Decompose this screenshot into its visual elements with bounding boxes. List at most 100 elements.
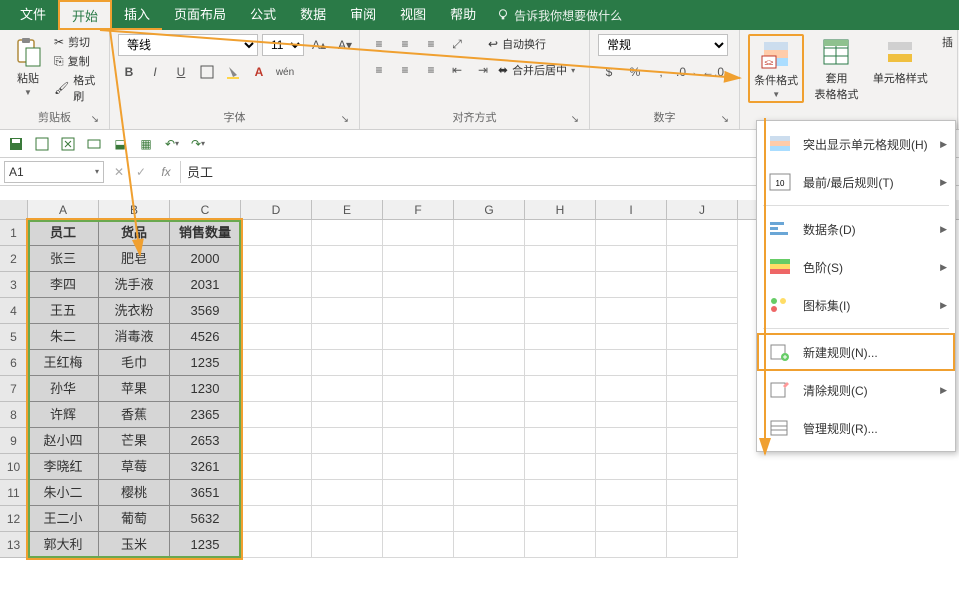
cell[interactable] xyxy=(667,324,738,350)
cell[interactable] xyxy=(454,454,525,480)
cell[interactable] xyxy=(596,454,667,480)
cell[interactable] xyxy=(667,298,738,324)
cell[interactable]: 货品 xyxy=(99,220,170,246)
wrap-text-button[interactable]: ↩自动换行 xyxy=(488,36,546,52)
font-name-select[interactable]: 等线 xyxy=(118,34,258,56)
copy-button[interactable]: ⎘复制 xyxy=(54,53,101,69)
cell[interactable] xyxy=(383,454,454,480)
orientation-button[interactable]: ⤢ xyxy=(446,34,468,54)
tab-review[interactable]: 审阅 xyxy=(338,0,388,30)
cell[interactable] xyxy=(596,480,667,506)
cell[interactable]: 3651 xyxy=(170,480,241,506)
menu-data-bars[interactable]: 数据条(D) xyxy=(757,210,955,248)
cell[interactable] xyxy=(525,532,596,558)
fill-color-button[interactable] xyxy=(222,62,244,82)
cell[interactable] xyxy=(525,350,596,376)
row-header[interactable]: 11 xyxy=(0,480,28,506)
number-format-select[interactable]: 常规 xyxy=(598,34,728,56)
cell[interactable] xyxy=(312,272,383,298)
column-header-D[interactable]: D xyxy=(241,200,312,219)
tab-page-layout[interactable]: 页面布局 xyxy=(162,0,238,30)
cell-styles-button[interactable]: 单元格样式 xyxy=(869,34,932,88)
dialog-launcher-icon[interactable]: ↘ xyxy=(721,114,729,125)
cell[interactable] xyxy=(667,480,738,506)
cell[interactable] xyxy=(667,454,738,480)
cell[interactable] xyxy=(525,480,596,506)
cell[interactable] xyxy=(525,220,596,246)
bold-button[interactable]: B xyxy=(118,62,140,82)
cell[interactable]: 洗衣粉 xyxy=(99,298,170,324)
cell[interactable]: 2653 xyxy=(170,428,241,454)
cell[interactable] xyxy=(525,454,596,480)
cell[interactable] xyxy=(454,350,525,376)
cell[interactable]: 员工 xyxy=(28,220,99,246)
align-top-button[interactable]: ≡ xyxy=(368,34,390,54)
cell[interactable]: 1235 xyxy=(170,350,241,376)
increase-decimal-button[interactable]: .0→ xyxy=(676,62,698,82)
decrease-indent-button[interactable]: ⇤ xyxy=(446,60,468,80)
cell[interactable] xyxy=(667,428,738,454)
cell[interactable] xyxy=(596,324,667,350)
underline-button[interactable]: U xyxy=(170,62,192,82)
cell[interactable] xyxy=(312,402,383,428)
cell[interactable]: 王五 xyxy=(28,298,99,324)
select-all-triangle[interactable] xyxy=(0,200,28,219)
cell[interactable] xyxy=(312,428,383,454)
cell[interactable] xyxy=(312,246,383,272)
cell[interactable]: 洗手液 xyxy=(99,272,170,298)
cell[interactable] xyxy=(596,220,667,246)
cell[interactable] xyxy=(596,506,667,532)
cell[interactable] xyxy=(241,480,312,506)
cell[interactable] xyxy=(525,428,596,454)
row-header[interactable]: 2 xyxy=(0,246,28,272)
row-header[interactable]: 8 xyxy=(0,402,28,428)
row-header[interactable]: 6 xyxy=(0,350,28,376)
row-header[interactable]: 9 xyxy=(0,428,28,454)
cell[interactable] xyxy=(525,298,596,324)
cell[interactable] xyxy=(241,532,312,558)
cell[interactable] xyxy=(383,220,454,246)
conditional-formatting-button[interactable]: ≤≥ 条件格式 ▼ xyxy=(748,34,804,103)
column-header-E[interactable]: E xyxy=(312,200,383,219)
row-header[interactable]: 4 xyxy=(0,298,28,324)
cell[interactable] xyxy=(667,350,738,376)
accounting-format-button[interactable]: $ xyxy=(598,62,620,82)
cell[interactable]: 孙华 xyxy=(28,376,99,402)
cell[interactable] xyxy=(525,272,596,298)
cell[interactable]: 樱桃 xyxy=(99,480,170,506)
row-header[interactable]: 5 xyxy=(0,324,28,350)
cell[interactable]: 芒果 xyxy=(99,428,170,454)
cell[interactable] xyxy=(383,246,454,272)
cell[interactable] xyxy=(596,350,667,376)
cell[interactable]: 李四 xyxy=(28,272,99,298)
cell[interactable] xyxy=(596,532,667,558)
decrease-decimal-button[interactable]: ←.0 xyxy=(702,62,724,82)
cell[interactable] xyxy=(454,298,525,324)
column-header-A[interactable]: A xyxy=(28,200,99,219)
cell[interactable]: 2000 xyxy=(170,246,241,272)
font-size-select[interactable]: 11 xyxy=(262,34,304,56)
save-button[interactable] xyxy=(6,134,26,154)
cell[interactable] xyxy=(454,532,525,558)
cell[interactable]: 草莓 xyxy=(99,454,170,480)
cell[interactable]: 5632 xyxy=(170,506,241,532)
cell[interactable]: 葡萄 xyxy=(99,506,170,532)
tab-insert[interactable]: 插入 xyxy=(112,0,162,30)
cancel-formula-button[interactable]: ✕ xyxy=(108,165,130,179)
cell[interactable] xyxy=(312,350,383,376)
menu-icon-sets[interactable]: 图标集(I) xyxy=(757,286,955,324)
cell[interactable]: 毛巾 xyxy=(99,350,170,376)
tab-view[interactable]: 视图 xyxy=(388,0,438,30)
cell[interactable] xyxy=(454,246,525,272)
cell[interactable]: 香蕉 xyxy=(99,402,170,428)
cell[interactable]: 销售数量 xyxy=(170,220,241,246)
cell[interactable] xyxy=(667,272,738,298)
tab-help[interactable]: 帮助 xyxy=(438,0,488,30)
cell[interactable] xyxy=(525,376,596,402)
cell[interactable] xyxy=(241,402,312,428)
cell[interactable] xyxy=(312,298,383,324)
menu-manage-rules[interactable]: 管理规则(R)... xyxy=(757,409,955,447)
cell[interactable] xyxy=(454,506,525,532)
cell[interactable]: 2031 xyxy=(170,272,241,298)
italic-button[interactable]: I xyxy=(144,62,166,82)
